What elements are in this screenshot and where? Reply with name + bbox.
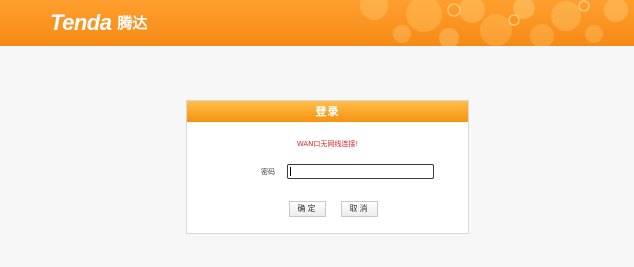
header-bar: Tenda 腾达: [0, 0, 634, 46]
login-panel-title: 登录: [187, 101, 468, 122]
error-message: WAN口无网线连接!: [296, 140, 359, 148]
header-bubble-decoration: [360, 0, 628, 46]
logo-brand-cn-text: 腾达: [117, 14, 148, 32]
password-input[interactable]: [287, 164, 434, 179]
password-label: 密码: [261, 168, 275, 176]
cancel-button[interactable]: 取消: [341, 201, 378, 217]
login-panel: 登录 WAN口无网线连接! 密码 确定 取消: [186, 100, 469, 234]
logo-brand-text: Tenda: [50, 10, 112, 35]
text-caret: [290, 167, 291, 176]
tenda-logo: Tenda 腾达: [50, 9, 148, 37]
confirm-button[interactable]: 确定: [289, 201, 326, 217]
